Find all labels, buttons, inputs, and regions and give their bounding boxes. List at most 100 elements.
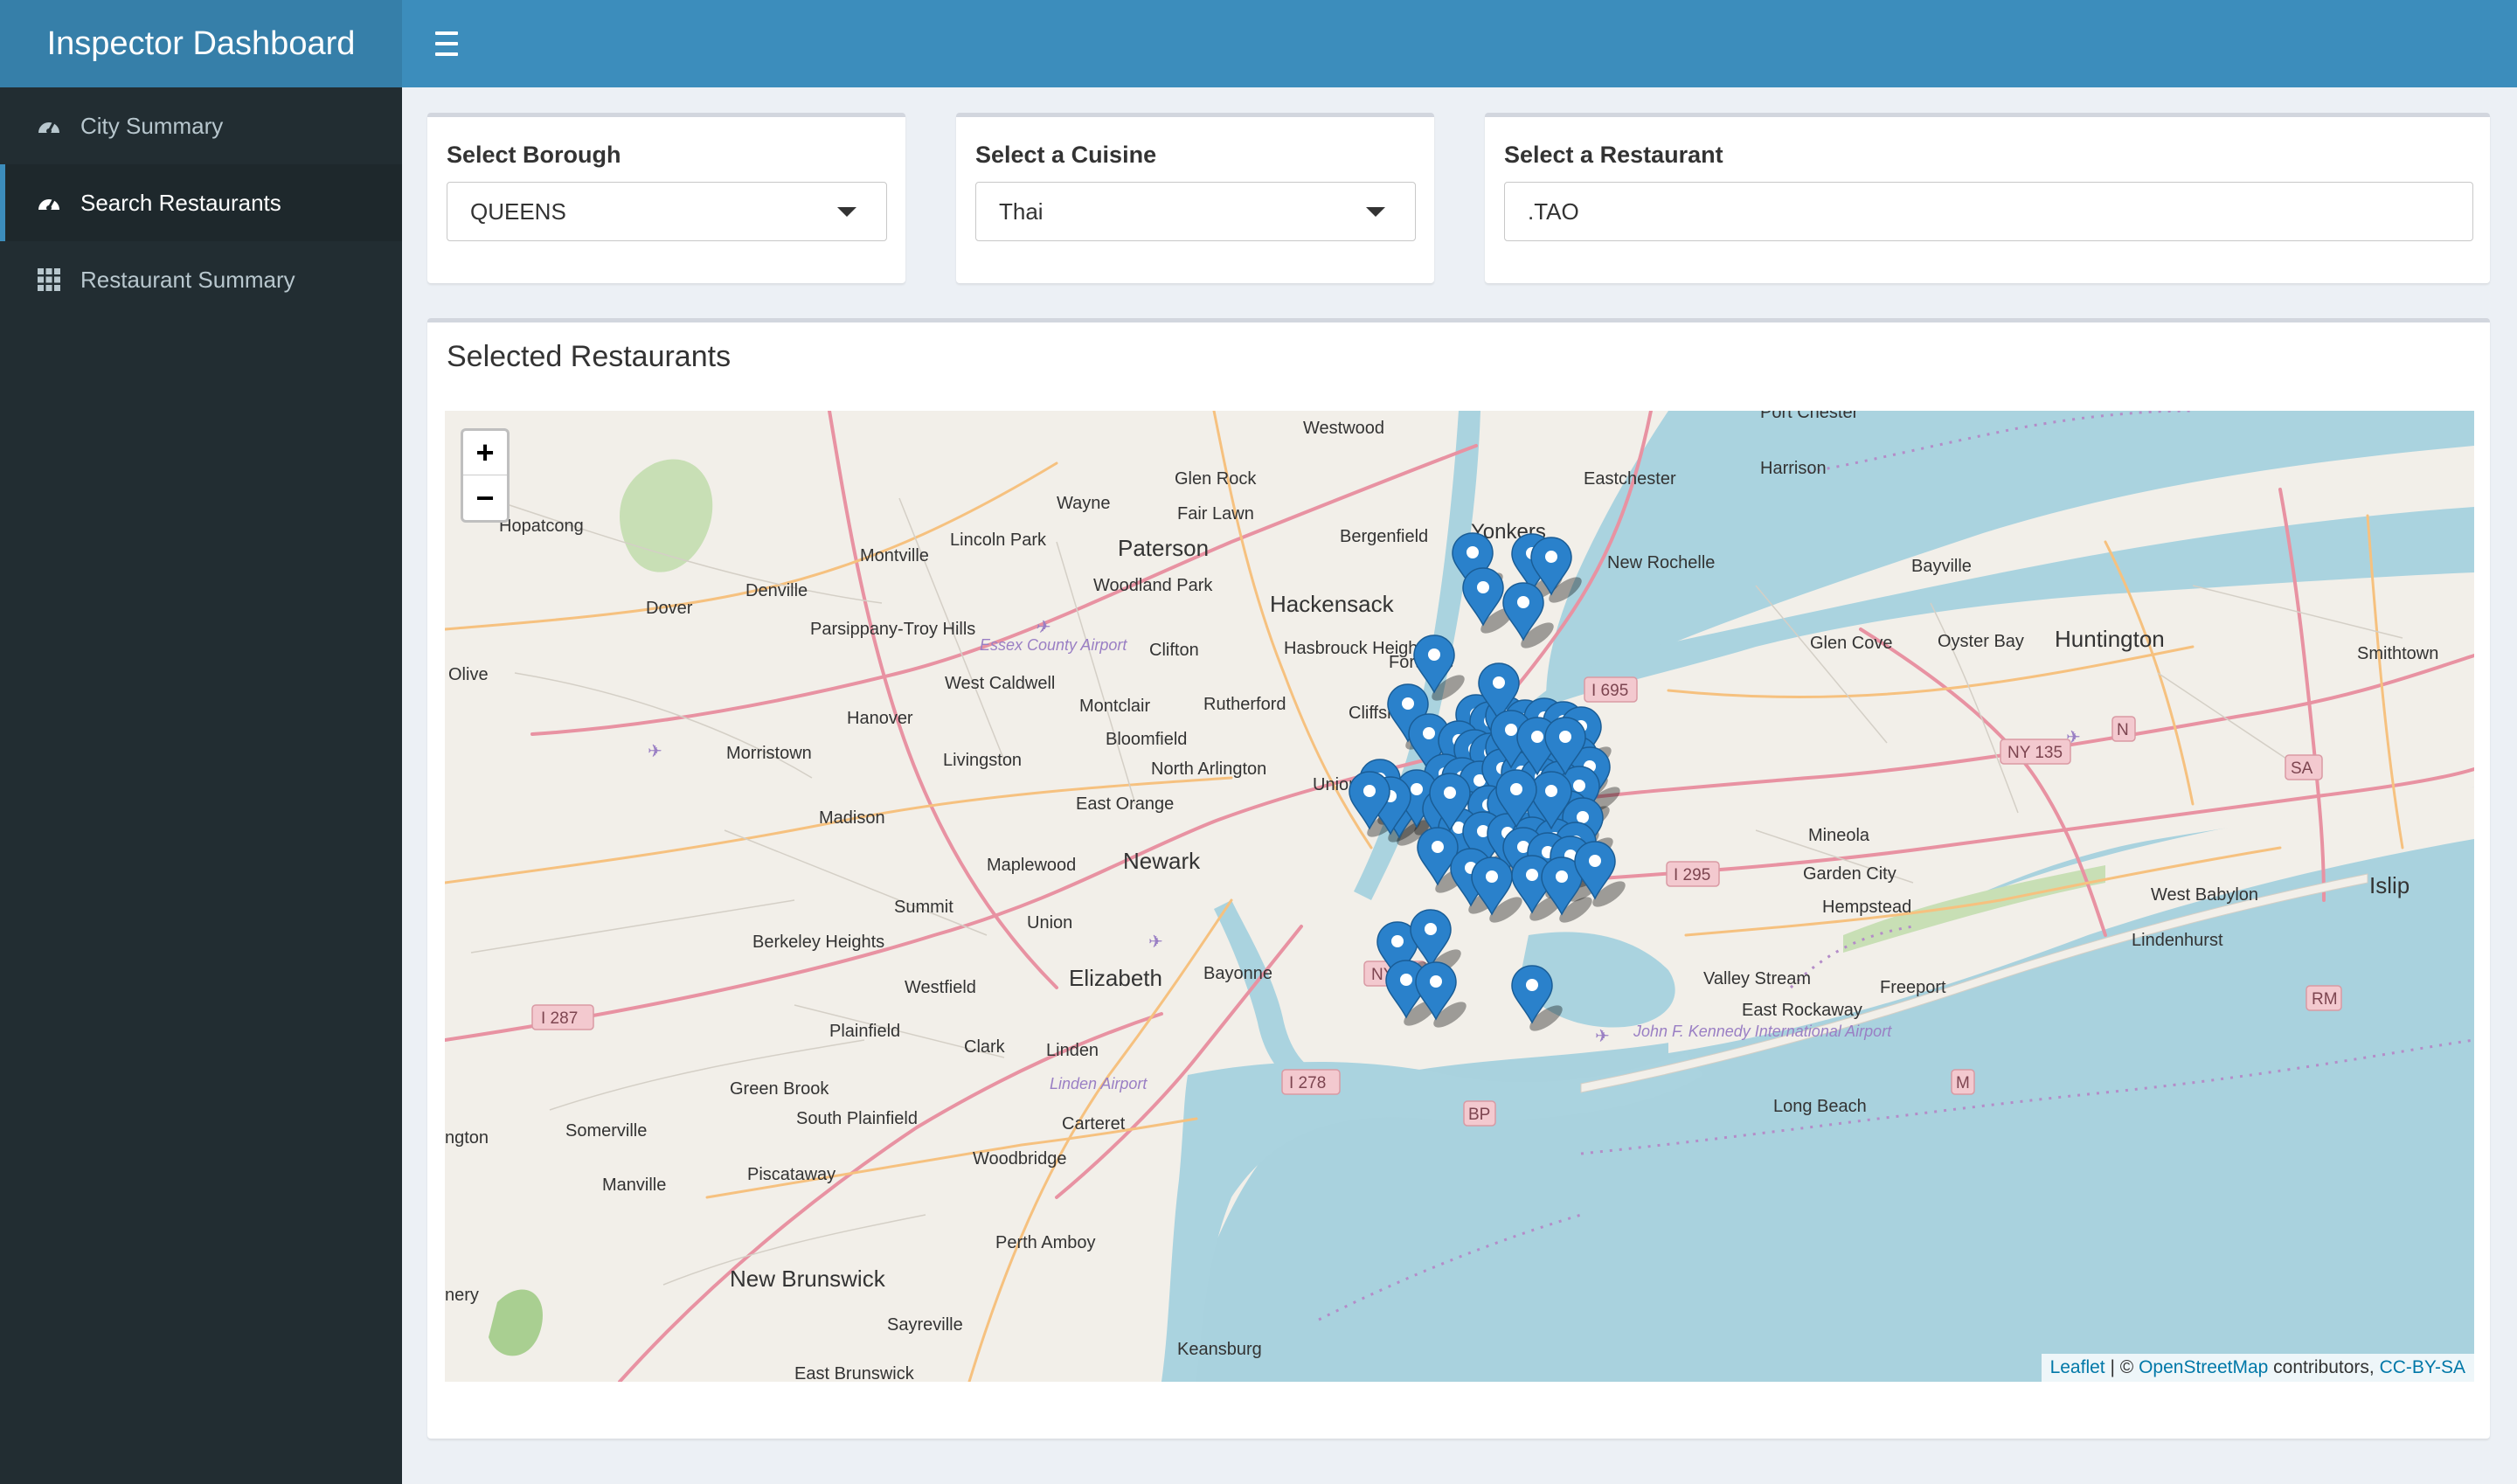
- map-label: Carteret: [1062, 1114, 1126, 1134]
- map-label: Bloomfield: [1106, 730, 1187, 749]
- map-label: East Orange: [1076, 794, 1174, 814]
- cuisine-label: Select a Cuisine: [975, 142, 1157, 168]
- map-label: Clark: [964, 1037, 1006, 1057]
- map-label: West Babylon: [2151, 885, 2258, 905]
- borough-value: QUEENS: [470, 198, 566, 225]
- map-label: Dover: [646, 599, 693, 618]
- leaflet-link[interactable]: Leaflet: [2050, 1357, 2105, 1377]
- map-label: Paterson: [1118, 535, 1209, 561]
- chevron-down-icon: [837, 207, 856, 217]
- map-label: Somerville: [565, 1121, 647, 1141]
- restaurant-label: Select a Restaurant: [1504, 142, 1723, 168]
- map-label: Woodland Park: [1093, 576, 1213, 595]
- dashboard-gauge-icon: [35, 112, 63, 140]
- map-label: Bayonne: [1203, 964, 1272, 983]
- map-label: Sayreville: [887, 1315, 963, 1335]
- road-shield: NY 135: [2007, 744, 2063, 762]
- sidebar-item-search-restaurants[interactable]: Search Restaurants: [0, 164, 402, 241]
- map-label: Mineola: [1808, 826, 1870, 845]
- road-shield: I 278: [1289, 1074, 1326, 1092]
- map-label: Freeport: [1880, 978, 1946, 997]
- road-shield: RM: [2312, 990, 2338, 1009]
- map-label: Hopatcong: [499, 517, 584, 536]
- restaurant-select[interactable]: .TAO: [1504, 182, 2473, 241]
- cuisine-select[interactable]: Thai: [975, 182, 1416, 241]
- grid-icon: [35, 266, 63, 294]
- map-label: Maplewood: [987, 856, 1076, 875]
- map-label: Plainfield: [829, 1022, 900, 1041]
- map-panel-title: Selected Restaurants: [447, 340, 732, 373]
- map-label: Glen Rock: [1175, 469, 1257, 489]
- map-label: Green Brook: [730, 1079, 829, 1099]
- road-shield: I 695: [1591, 682, 1628, 700]
- map-label: Union: [1027, 913, 1072, 933]
- map-label: Fair Lawn: [1177, 504, 1254, 524]
- map-label: Clifton: [1149, 641, 1199, 660]
- map-label: Piscataway: [747, 1165, 836, 1184]
- sidebar-item-restaurant-summary[interactable]: Restaurant Summary: [0, 241, 402, 318]
- map-label: New Rochelle: [1607, 553, 1715, 572]
- map-label: Denville: [745, 581, 808, 600]
- svg-text:✈: ✈: [1148, 933, 1163, 952]
- map-label: Lincoln Park: [950, 530, 1047, 550]
- map-label: West Caldwell: [945, 674, 1055, 693]
- top-navbar: [402, 0, 2517, 87]
- borough-select[interactable]: QUEENS: [447, 182, 887, 241]
- restaurant-value: .TAO: [1528, 198, 1579, 225]
- map-label: Bayville: [1911, 557, 1972, 576]
- road-shield: I 295: [1674, 866, 1710, 884]
- license-link[interactable]: CC-BY-SA: [2380, 1357, 2465, 1377]
- restaurant-box: Select a Restaurant .TAO: [1485, 113, 2490, 283]
- map-label: Parsippany-Troy Hills: [810, 620, 975, 639]
- map-tiles: ✈ ✈ ✈ ✈ ✈ Westwood Port Chester Harrison…: [445, 411, 2474, 1382]
- map-label: Bergenfield: [1340, 527, 1428, 546]
- attribution-contributors: contributors,: [2268, 1357, 2380, 1377]
- map-label: East Brunswick: [794, 1364, 915, 1382]
- map-label: Hanover: [847, 709, 913, 728]
- map-label: Keansburg: [1177, 1340, 1262, 1359]
- map-label: Berkeley Heights: [752, 933, 884, 952]
- road-shield: N: [2117, 721, 2129, 739]
- map-label: Livingston: [943, 751, 1022, 770]
- zoom-out-button[interactable]: −: [463, 475, 507, 520]
- cuisine-box: Select a Cuisine Thai: [956, 113, 1434, 283]
- borough-box: Select Borough QUEENS: [427, 113, 905, 283]
- restaurant-map[interactable]: ✈ ✈ ✈ ✈ ✈ Westwood Port Chester Harrison…: [445, 411, 2474, 1382]
- cuisine-value: Thai: [999, 198, 1044, 225]
- road-shield: BP: [1468, 1106, 1490, 1124]
- map-label: North Arlington: [1151, 759, 1266, 779]
- app-title[interactable]: Inspector Dashboard: [0, 0, 402, 87]
- map-label: Montville: [860, 546, 929, 565]
- map-label: Linden Airport: [1050, 1075, 1148, 1092]
- map-attribution: Leaflet | © OpenStreetMap contributors, …: [2041, 1354, 2474, 1382]
- map-label: Manville: [602, 1175, 666, 1195]
- map-label: Garden City: [1803, 864, 1896, 884]
- map-label: East Rockaway: [1742, 1001, 1862, 1020]
- map-label: Lindenhurst: [2132, 931, 2223, 950]
- map-label: Perth Amboy: [995, 1233, 1096, 1252]
- sidebar-item-label: City Summary: [80, 112, 224, 139]
- osm-link[interactable]: OpenStreetMap: [2139, 1357, 2268, 1377]
- map-label: Essex County Airport: [980, 636, 1127, 654]
- map-label: Montclair: [1079, 697, 1150, 716]
- sidebar-item-city-summary[interactable]: City Summary: [0, 87, 402, 164]
- map-label: Westwood: [1303, 419, 1384, 438]
- map-label: Huntington: [2055, 626, 2165, 652]
- map-label: Smithtown: [2357, 644, 2438, 663]
- map-label: New Brunswick: [730, 1266, 886, 1292]
- chevron-down-icon: [1366, 207, 1385, 217]
- road-shield: SA: [2291, 759, 2313, 778]
- dashboard-gauge-icon: [35, 189, 63, 217]
- map-label: Wayne: [1057, 494, 1111, 513]
- zoom-in-button[interactable]: +: [463, 431, 507, 475]
- svg-text:✈: ✈: [1035, 618, 1050, 637]
- sidebar-item-label: Search Restaurants: [80, 189, 281, 216]
- sidebar-item-label: Restaurant Summary: [80, 266, 295, 293]
- sidebar-toggle-icon[interactable]: [426, 26, 467, 61]
- svg-text:✈: ✈: [648, 742, 662, 761]
- borough-label: Select Borough: [447, 142, 621, 168]
- road-shield: M: [1956, 1074, 1970, 1092]
- map-label: Eastchester: [1584, 469, 1676, 489]
- map-label: Long Beach: [1773, 1097, 1867, 1116]
- map-label: John F. Kennedy International Airport: [1633, 1023, 1892, 1040]
